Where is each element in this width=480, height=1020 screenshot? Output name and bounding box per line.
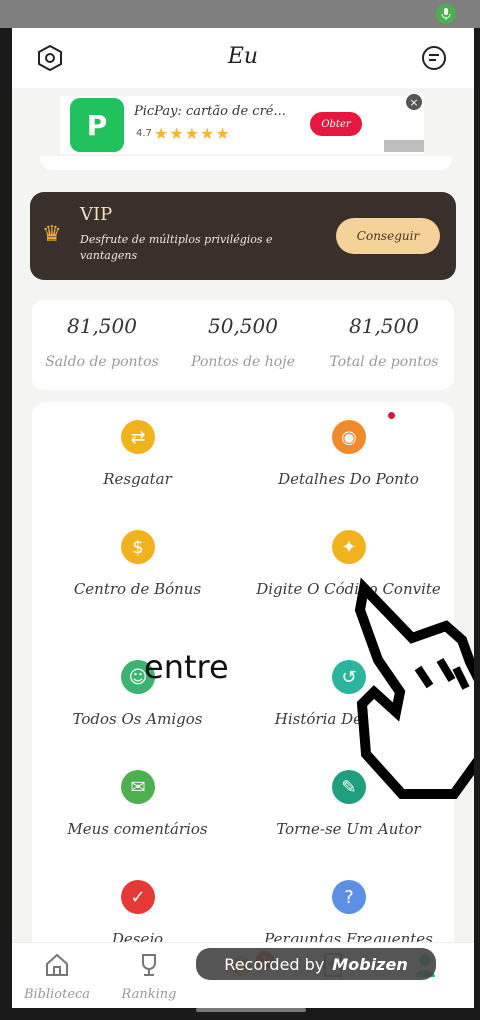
points-balance-label: Saldo de pontos xyxy=(45,354,159,370)
recorded-by-watermark: Recorded by Mobizen xyxy=(196,948,436,980)
vip-title: VIP xyxy=(80,204,113,225)
menu-item-label: Resgatar xyxy=(103,470,172,488)
crown-icon: ♛ xyxy=(42,222,62,247)
menu-item-redeem[interactable]: ⇄ Resgatar xyxy=(32,402,243,512)
check-icon: ✓ xyxy=(121,880,155,914)
menu-item-label: Todos Os Amigos xyxy=(72,710,203,728)
points-total-value: 81,500 xyxy=(349,314,419,338)
ad-title: PicPay: cartão de cré... xyxy=(134,104,286,119)
points-balance-value: 81,500 xyxy=(67,314,137,338)
page-title: Eu xyxy=(227,44,259,69)
menu-item-label: Meus comentários xyxy=(67,820,208,838)
exchange-icon: ⇄ xyxy=(121,420,155,454)
menu-item-bonus-center[interactable]: $ Centro de Bónus xyxy=(32,512,243,622)
points-today-label: Pontos de hoje xyxy=(191,354,295,370)
home-icon xyxy=(46,953,68,976)
recorded-brand: Mobizen xyxy=(332,954,408,974)
status-bar xyxy=(0,0,480,28)
nav-ranking[interactable]: Ranking xyxy=(104,951,194,1002)
trophy-icon xyxy=(142,954,156,976)
ad-banner[interactable]: P PicPay: cartão de cré... 4.7 ★★★★★ Obt… xyxy=(60,94,424,154)
overlay-caption: entre xyxy=(144,648,229,686)
home-indicator xyxy=(196,1008,306,1012)
ad-info-badge xyxy=(384,140,424,152)
nav-label: Biblioteca xyxy=(23,987,91,1002)
vip-banner[interactable]: ♛ VIP Desfrute de múltiplos privilégios … xyxy=(30,192,456,280)
nav-library[interactable]: Biblioteca xyxy=(12,951,102,1002)
header: Eu xyxy=(12,28,474,88)
ad-get-button[interactable]: Obter xyxy=(310,112,362,136)
vip-description: Desfrute de múltiplos privilégios e vant… xyxy=(80,233,273,262)
points-total-label: Total de pontos xyxy=(329,354,439,370)
message-icon[interactable] xyxy=(420,44,448,72)
money-bag-icon: $ xyxy=(121,530,155,564)
menu-item-label: Centro de Bónus xyxy=(73,580,202,598)
gift-icon: ✦ xyxy=(332,530,366,564)
recorded-prefix: Recorded by xyxy=(224,954,325,974)
points-summary: 81,500 Saldo de pontos 50,500 Pontos de … xyxy=(32,300,454,390)
menu-item-point-details[interactable]: ◉ Detalhes Do Ponto xyxy=(243,402,454,512)
coins-icon: ◉ xyxy=(332,420,366,454)
vip-get-button[interactable]: Conseguir xyxy=(336,218,440,254)
microphone-icon xyxy=(436,4,456,24)
points-total[interactable]: 81,500 Total de pontos xyxy=(314,312,454,370)
points-today[interactable]: 50,500 Pontos de hoje xyxy=(173,312,313,370)
divider xyxy=(40,156,452,170)
comment-icon: ✉ xyxy=(121,770,155,804)
pointer-hand-icon xyxy=(354,577,474,799)
menu-item-my-comments[interactable]: ✉ Meus comentários xyxy=(32,752,243,862)
ad-rating: 4.7 xyxy=(136,128,152,139)
picpay-logo-icon: P xyxy=(70,98,124,152)
rating-stars-icon: ★★★★★ xyxy=(154,124,231,143)
menu-item-label: Detalhes Do Ponto xyxy=(278,470,419,488)
ad-close-icon[interactable]: × xyxy=(406,94,422,110)
help-icon: ? xyxy=(332,880,366,914)
nav-label: Ranking xyxy=(121,987,177,1002)
app-screen: Eu P PicPay: cartão de cré... 4.7 ★★★★★ … xyxy=(12,28,474,1008)
points-balance[interactable]: 81,500 Saldo de pontos xyxy=(32,312,172,370)
points-today-value: 50,500 xyxy=(208,314,278,338)
